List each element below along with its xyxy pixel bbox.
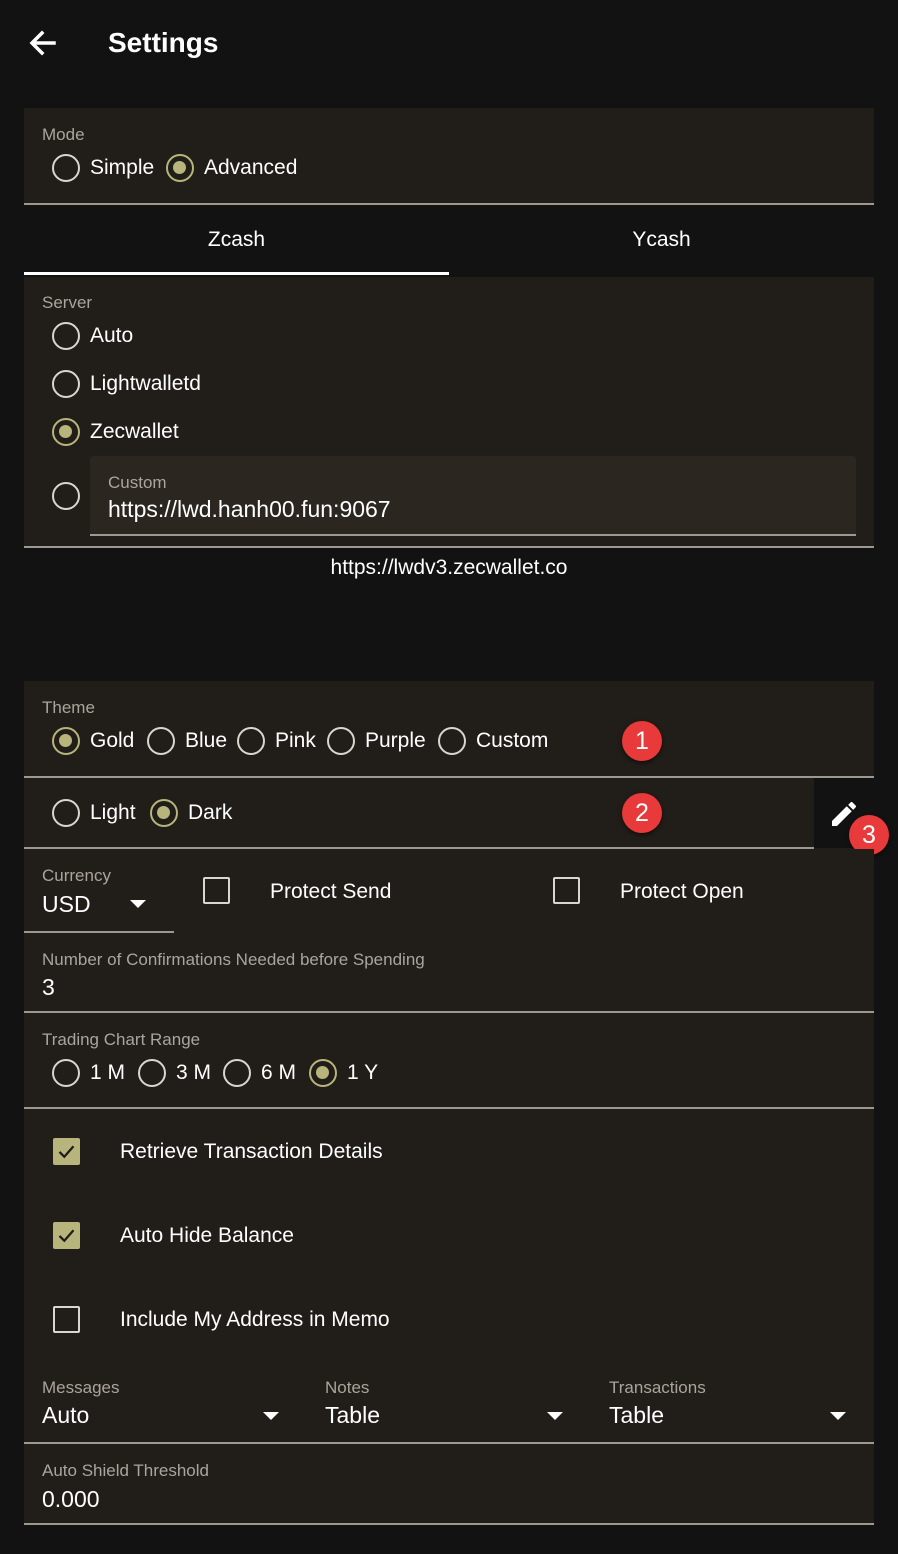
theme-radio-gold[interactable]: [52, 727, 80, 755]
brightness-option-dark[interactable]: Dark: [188, 801, 232, 825]
tab-zcash[interactable]: Zcash: [24, 204, 449, 276]
chevron-down-icon[interactable]: [263, 1412, 279, 1420]
auto-shield-underline: [24, 1523, 874, 1525]
server-label: Server: [42, 293, 93, 312]
current-server-url: https://lwdv3.zecwallet.co: [330, 556, 568, 579]
custom-server-input[interactable]: https://lwd.hanh00.fun:9067: [108, 496, 391, 523]
auto-hide-balance-label[interactable]: Auto Hide Balance: [120, 1224, 294, 1248]
transactions-select[interactable]: Table: [609, 1402, 664, 1429]
confirmations-input[interactable]: 3: [42, 974, 55, 1001]
messages-select[interactable]: Auto: [42, 1402, 89, 1429]
protect-open-label[interactable]: Protect Open: [620, 880, 744, 904]
chart-range-label: Trading Chart Range: [42, 1030, 201, 1049]
chart-range-option-1m[interactable]: 1 M: [90, 1061, 125, 1085]
protect-send-label[interactable]: Protect Send: [270, 880, 391, 904]
checkmark-icon: [58, 1229, 75, 1243]
checkmark-icon: [58, 1145, 75, 1159]
currency-select[interactable]: USD: [42, 891, 91, 918]
confirmations-underline: [24, 1011, 874, 1013]
brightness-radio-light[interactable]: [52, 799, 80, 827]
chevron-down-icon[interactable]: [830, 1412, 846, 1420]
server-radio-custom[interactable]: [52, 482, 80, 510]
server-option-auto[interactable]: Auto: [90, 324, 133, 348]
theme-option-purple[interactable]: Purple: [365, 729, 426, 753]
protect-send-checkbox[interactable]: [203, 877, 230, 904]
mode-option-simple[interactable]: Simple: [90, 156, 154, 180]
custom-server-underline: [90, 534, 856, 536]
include-address-label[interactable]: Include My Address in Memo: [120, 1308, 390, 1332]
mode-radio-advanced[interactable]: [166, 154, 194, 182]
chart-range-radio-1y[interactable]: [309, 1059, 337, 1087]
tab-ycash[interactable]: Ycash: [449, 204, 874, 276]
auto-shield-label: Auto Shield Threshold: [42, 1461, 209, 1480]
notes-select[interactable]: Table: [325, 1402, 380, 1429]
theme-option-gold[interactable]: Gold: [90, 729, 134, 753]
notes-label: Notes: [325, 1378, 370, 1397]
tab-indicator: [24, 272, 449, 275]
annotation-badge-1: 1: [622, 721, 662, 761]
theme-option-pink[interactable]: Pink: [275, 729, 316, 753]
chart-range-radio-1m[interactable]: [52, 1059, 80, 1087]
theme-radio-pink[interactable]: [237, 727, 265, 755]
include-address-checkbox[interactable]: [53, 1306, 80, 1333]
chevron-down-icon[interactable]: [130, 900, 146, 908]
page-title: Settings: [108, 27, 219, 58]
theme-radio-custom[interactable]: [438, 727, 466, 755]
server-radio-auto[interactable]: [52, 322, 80, 350]
back-button[interactable]: [22, 24, 62, 64]
theme-option-custom[interactable]: Custom: [476, 729, 548, 753]
confirmations-label: Number of Confirmations Needed before Sp…: [42, 950, 425, 969]
chart-range-radio-3m[interactable]: [138, 1059, 166, 1087]
theme-radio-blue[interactable]: [147, 727, 175, 755]
protect-open-checkbox[interactable]: [553, 877, 580, 904]
currency-label: Currency: [42, 866, 111, 885]
views-underline: [24, 1442, 874, 1444]
retrieve-details-checkbox[interactable]: [53, 1138, 80, 1165]
chart-range-radio-6m[interactable]: [223, 1059, 251, 1087]
brightness-option-light[interactable]: Light: [90, 801, 136, 825]
mode-option-advanced[interactable]: Advanced: [204, 156, 297, 180]
arrow-left-icon: [29, 30, 56, 56]
brightness-radio-dark[interactable]: [150, 799, 178, 827]
theme-label: Theme: [42, 698, 95, 717]
server-radio-lightwalletd[interactable]: [52, 370, 80, 398]
theme-option-blue[interactable]: Blue: [185, 729, 227, 753]
divider: [24, 776, 874, 778]
views-panel: [24, 1364, 874, 1524]
retrieve-details-label[interactable]: Retrieve Transaction Details: [120, 1140, 383, 1164]
chevron-down-icon[interactable]: [547, 1412, 563, 1420]
theme-panel: [24, 681, 874, 849]
auto-shield-input[interactable]: 0.000: [42, 1486, 100, 1513]
theme-radio-purple[interactable]: [327, 727, 355, 755]
messages-label: Messages: [42, 1378, 120, 1397]
custom-server-label: Custom: [108, 473, 167, 492]
auto-hide-balance-checkbox[interactable]: [53, 1222, 80, 1249]
chart-range-option-6m[interactable]: 6 M: [261, 1061, 296, 1085]
chart-range-option-3m[interactable]: 3 M: [176, 1061, 211, 1085]
transactions-label: Transactions: [609, 1378, 706, 1397]
mode-label: Mode: [42, 125, 85, 144]
divider: [24, 546, 874, 548]
server-option-zecwallet[interactable]: Zecwallet: [90, 420, 179, 444]
mode-radio-simple[interactable]: [52, 154, 80, 182]
currency-underline: [24, 931, 174, 933]
divider: [24, 1107, 874, 1109]
server-radio-zecwallet[interactable]: [52, 418, 80, 446]
server-option-lightwalletd[interactable]: Lightwalletd: [90, 372, 201, 396]
chart-range-option-1y[interactable]: 1 Y: [347, 1061, 378, 1085]
annotation-badge-2: 2: [622, 793, 662, 833]
